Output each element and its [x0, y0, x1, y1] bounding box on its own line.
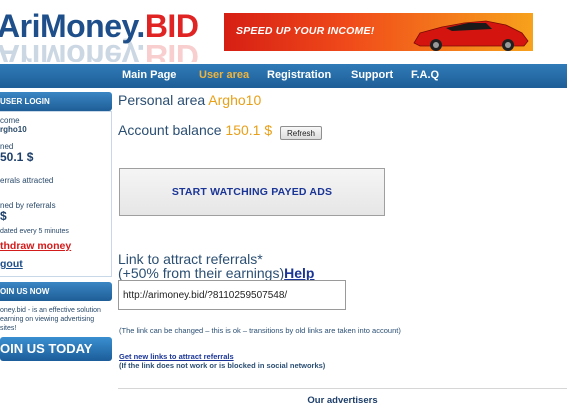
logo-reflection-part-1: AriMoney. — [0, 38, 145, 62]
join-text-line-2: earning on viewing advertising — [0, 316, 95, 323]
nav-main-page[interactable]: Main Page — [122, 69, 176, 81]
join-us-today-button[interactable]: OIN US TODAY — [0, 337, 112, 361]
refresh-button[interactable]: Refresh — [280, 126, 322, 140]
nav-user-area[interactable]: User area — [199, 69, 249, 81]
link-change-note: (The link can be changed – this is ok – … — [119, 326, 401, 335]
main-navbar: Main Page User area Registration Support… — [0, 64, 567, 88]
join-us-box: oney.bid - is an effective solution earn… — [0, 301, 112, 367]
user-login-box: come rgho10 ned 50.1 $ errals attracted … — [0, 111, 112, 277]
account-balance: Account balance 150.1 $ — [118, 122, 272, 138]
sports-car-icon — [413, 20, 529, 51]
new-links-note: (If the link does not work or is blocked… — [119, 361, 326, 370]
personal-area-label: Personal area — [118, 92, 206, 108]
earned-by-referrals-label: ned by referrals — [0, 201, 56, 210]
balance-currency: $ — [264, 122, 273, 138]
referrals-attracted-label: errals attracted — [0, 176, 54, 185]
sidebar: USER LOGIN come rgho10 ned 50.1 $ errals… — [0, 92, 112, 410]
get-new-links-link[interactable]: Get new links to attract referrals — [119, 352, 234, 361]
earned-by-referrals-value: $ — [0, 209, 7, 223]
earned-value: 50.1 $ — [0, 150, 34, 164]
referral-link-field[interactable] — [118, 280, 346, 310]
logo-reflection: AriMoney.BID — [0, 36, 198, 62]
help-link[interactable]: Help — [284, 265, 314, 281]
join-text-line-3: sites! — [0, 325, 17, 332]
site-header: AriMoney.BID AriMoney.BID SPEED UP YOUR … — [0, 0, 567, 64]
sidebar-username: rgho10 — [0, 125, 27, 134]
advertisers-divider — [118, 388, 567, 389]
withdraw-money-link[interactable]: thdraw money — [0, 240, 111, 252]
start-watching-ads-button[interactable]: START WATCHING PAYED ADS — [119, 168, 385, 216]
nav-registration[interactable]: Registration — [267, 69, 331, 81]
join-us-header: OIN US NOW — [0, 282, 112, 301]
site-logo[interactable]: AriMoney.BID AriMoney.BID — [0, 6, 215, 62]
logout-link[interactable]: gout — [0, 258, 111, 270]
nav-support[interactable]: Support — [351, 69, 393, 81]
referral-link-subtitle: (+50% from their earnings)Help — [118, 266, 314, 281]
logo-reflection-part-2: BID — [144, 38, 199, 62]
user-login-header: USER LOGIN — [0, 92, 112, 111]
balance-amount: 150.1 — [225, 122, 261, 138]
nav-faq[interactable]: F.A.Q — [411, 69, 439, 81]
main-content: Personal area Argho10 Account balance 15… — [118, 88, 567, 410]
referral-earnings-note: (+50% from their earnings) — [118, 265, 285, 281]
our-advertisers-heading: Our advertisers — [307, 395, 378, 406]
promo-banner[interactable]: SPEED UP YOUR INCOME! — [224, 13, 533, 51]
join-text-line-1: oney.bid - is an effective solution — [0, 307, 101, 314]
personal-area-username: Argho10 — [208, 92, 262, 108]
update-note: dated every 5 minutes — [0, 228, 69, 235]
personal-area-heading: Personal area Argho10 — [118, 92, 261, 108]
balance-label: Account balance — [118, 122, 222, 138]
welcome-label: come — [0, 116, 20, 125]
